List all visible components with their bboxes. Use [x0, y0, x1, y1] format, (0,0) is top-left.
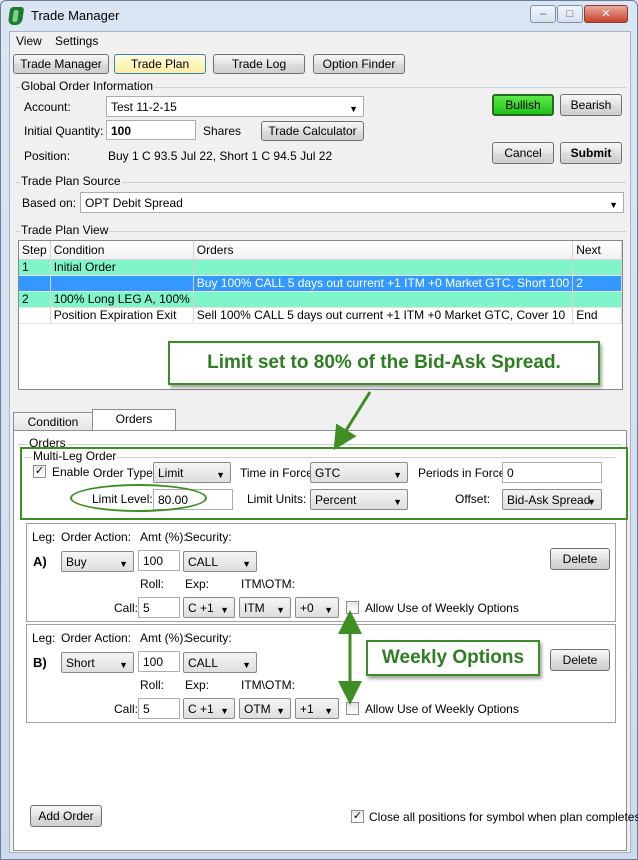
annotation-arrows — [333, 391, 372, 705]
limit-arrow-icon — [333, 391, 372, 451]
